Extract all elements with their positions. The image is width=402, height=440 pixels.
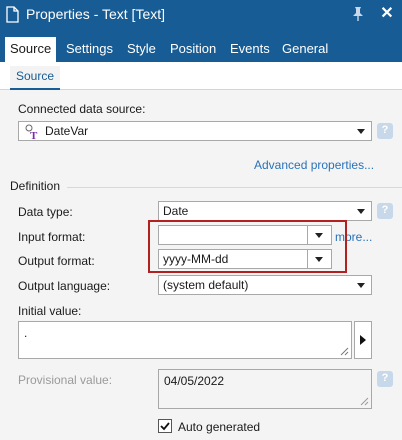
output-language-label: Output language: xyxy=(18,279,111,293)
play-icon xyxy=(360,335,366,345)
initial-value-input[interactable]: . xyxy=(18,321,352,359)
data-type-label: Data type: xyxy=(18,205,73,219)
resize-grip-icon[interactable] xyxy=(340,347,349,356)
tab-style[interactable]: Style xyxy=(127,41,156,56)
connected-source-select[interactable]: T DateVar xyxy=(18,121,372,141)
svg-text:T: T xyxy=(30,130,38,140)
tab-settings[interactable]: Settings xyxy=(66,41,113,56)
chevron-down-icon xyxy=(357,209,365,214)
variable-icon: T xyxy=(25,124,38,140)
section-divider xyxy=(67,187,402,188)
subtab-source[interactable]: Source xyxy=(10,66,61,90)
tab-events[interactable]: Events xyxy=(230,41,270,56)
help-icon[interactable]: ? xyxy=(377,123,393,139)
connected-source-value: DateVar xyxy=(45,124,89,138)
provisional-value-text: 04/05/2022 xyxy=(164,374,225,388)
help-icon[interactable]: ? xyxy=(377,371,393,387)
output-language-value: (system default) xyxy=(163,278,249,292)
advanced-properties-link[interactable]: Advanced properties... xyxy=(254,158,374,172)
definition-header: Definition xyxy=(10,179,61,193)
tab-general[interactable]: General xyxy=(282,41,328,56)
output-format-label: Output format: xyxy=(18,254,95,268)
title-bar: Properties - Text [Text] ✕ xyxy=(0,0,402,30)
initial-value-label: Initial value: xyxy=(18,304,82,318)
tab-bar: Source Settings Style Position Events Ge… xyxy=(0,30,402,62)
provisional-value-label: Provisional value: xyxy=(18,373,113,387)
data-type-value: Date xyxy=(163,204,189,218)
window-title: Properties - Text [Text] xyxy=(26,6,166,22)
pin-icon[interactable] xyxy=(350,6,366,22)
data-type-select[interactable]: Date xyxy=(158,201,372,221)
document-icon xyxy=(6,6,19,23)
highlight-box xyxy=(148,220,347,273)
tab-source[interactable]: Source xyxy=(5,37,57,62)
insert-value-button[interactable] xyxy=(354,321,372,359)
provisional-value-input[interactable]: 04/05/2022 xyxy=(158,369,372,409)
auto-generated-checkbox[interactable] xyxy=(158,419,172,433)
checkmark-icon xyxy=(160,422,170,431)
help-icon[interactable]: ? xyxy=(377,203,393,219)
chevron-down-icon xyxy=(357,129,365,134)
close-icon[interactable]: ✕ xyxy=(378,4,396,24)
chevron-down-icon xyxy=(357,283,365,288)
output-language-select[interactable]: (system default) xyxy=(158,275,372,295)
subtab-bar: Source xyxy=(0,62,402,90)
initial-value-text: . xyxy=(24,326,28,340)
auto-generated-label: Auto generated xyxy=(178,420,261,434)
resize-grip-icon[interactable] xyxy=(360,397,369,406)
tab-position[interactable]: Position xyxy=(170,41,216,56)
connected-source-label: Connected data source: xyxy=(18,102,146,116)
input-format-label: Input format: xyxy=(18,230,86,244)
